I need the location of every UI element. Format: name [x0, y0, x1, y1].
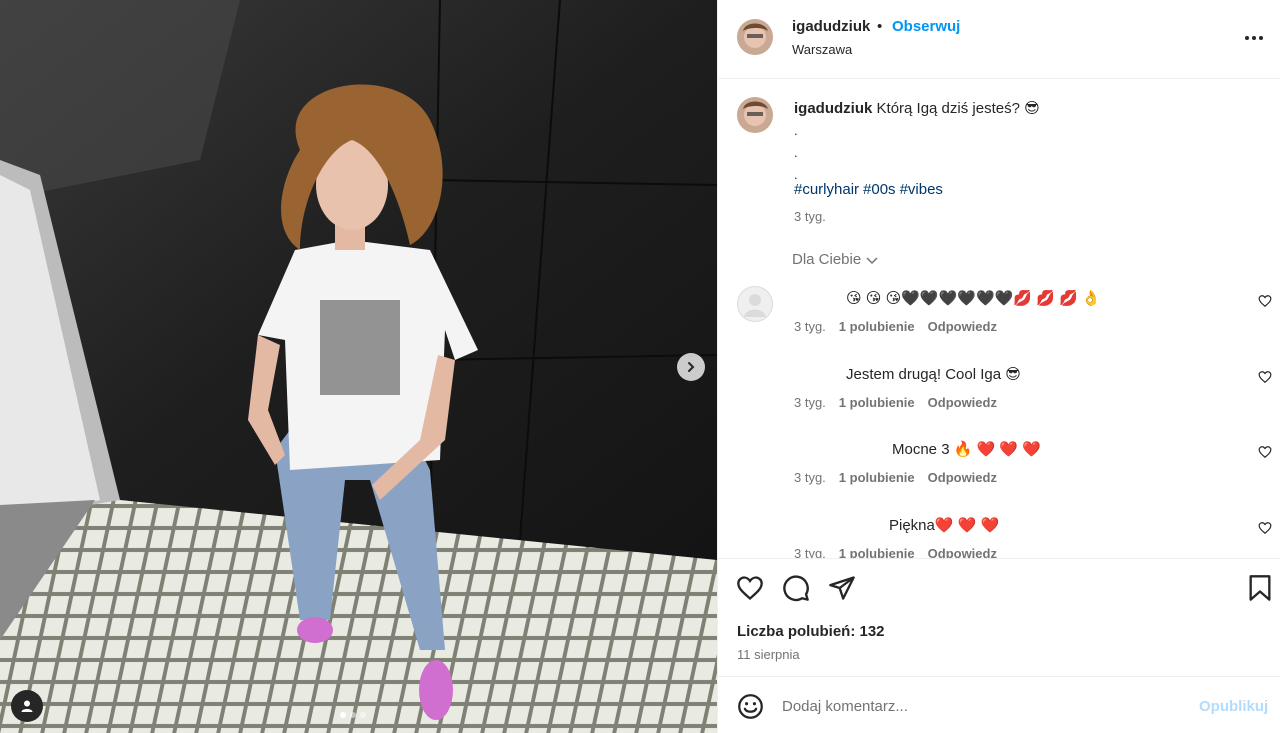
hashtag-link[interactable]: #00s [863, 181, 896, 198]
add-comment-bar: Opublikuj [718, 676, 1280, 733]
hashtags: #curlyhair #00s #vibes [794, 181, 947, 198]
chevron-right-icon [688, 362, 695, 372]
hashtag-link[interactable]: #curlyhair [794, 181, 859, 198]
separator-bullet: • [877, 18, 883, 35]
avatar-image [737, 97, 773, 133]
caption-username[interactable]: igadudziuk [794, 100, 872, 117]
caption-dot: . [794, 145, 798, 160]
like-comment-icon[interactable] [1258, 521, 1272, 535]
comment-likes[interactable]: 1 polubienie [839, 395, 915, 410]
comment-item: Mocne 3 🔥 ❤️ ❤️ ❤️ 3 tyg. 1 polubienie O… [718, 437, 1280, 507]
reply-button[interactable]: Odpowiedz [928, 546, 997, 558]
reply-button[interactable]: Odpowiedz [928, 470, 997, 485]
more-icon [1259, 36, 1263, 40]
post-photo[interactable] [0, 0, 717, 733]
chevron-down-icon [866, 256, 878, 264]
comment-meta: 3 tyg. 1 polubienie Odpowiedz [794, 395, 997, 410]
bookmark-icon[interactable] [1246, 574, 1274, 602]
comment-input[interactable] [782, 691, 1182, 721]
tagged-users-button[interactable] [11, 690, 43, 722]
like-comment-icon[interactable] [1258, 294, 1272, 308]
caption-avatar[interactable] [737, 97, 773, 133]
comment-likes[interactable]: 1 polubienie [839, 470, 915, 485]
comment-text: 😘 😘 😘🖤🖤🖤🖤🖤🖤💋 💋 💋 👌 [846, 290, 1101, 307]
comment-time[interactable]: 3 tyg. [794, 470, 826, 485]
user-tag-icon [21, 700, 33, 712]
likes-count[interactable]: Liczba polubień: 132 [737, 623, 885, 640]
comment-meta: 3 tyg. 1 polubienie Odpowiedz [794, 470, 997, 485]
post-sidebar: igadudziuk • Obserwuj Warszawa igadudziu… [717, 0, 1280, 733]
reply-button[interactable]: Odpowiedz [928, 395, 997, 410]
caption-dot: . [794, 123, 798, 138]
comments-section[interactable]: igadudziuk Którą Igą dziś jesteś? 😎 . . … [718, 80, 1280, 558]
avatar[interactable] [737, 19, 773, 55]
carousel-dot [340, 712, 346, 718]
comment-time[interactable]: 3 tyg. [794, 395, 826, 410]
more-icon [1245, 36, 1249, 40]
comment-meta: 3 tyg. 1 polubienie Odpowiedz [794, 319, 997, 334]
carousel-dot [350, 712, 356, 718]
caption-time[interactable]: 3 tyg. [794, 209, 826, 224]
more-options-button[interactable] [1245, 28, 1267, 48]
comment-meta: 3 tyg. 1 polubienie Odpowiedz [794, 546, 997, 558]
comment-time[interactable]: 3 tyg. [794, 546, 826, 558]
comment-text: Piękna❤️ ❤️ ❤️ [889, 517, 1000, 534]
comment-item: 😘 😘 😘🖤🖤🖤🖤🖤🖤💋 💋 💋 👌 3 tyg. 1 polubienie O… [718, 286, 1280, 356]
comment-item: Jestem drugą! Cool Iga 😎 3 tyg. 1 polubi… [718, 362, 1280, 432]
post-image [0, 0, 717, 733]
carousel-dot [360, 712, 366, 718]
comment-sort-dropdown[interactable]: Dla Ciebie [792, 251, 879, 268]
post-actions: Liczba polubień: 132 11 sierpnia [718, 558, 1280, 676]
reply-button[interactable]: Odpowiedz [928, 319, 997, 334]
post-header: igadudziuk • Obserwuj Warszawa [718, 0, 1280, 79]
comment-text: Mocne 3 🔥 ❤️ ❤️ ❤️ [892, 441, 1041, 458]
caption-dot: . [794, 167, 798, 182]
like-comment-icon[interactable] [1258, 445, 1272, 459]
heart-icon[interactable] [736, 574, 764, 602]
post-date[interactable]: 11 sierpnia [737, 647, 800, 662]
comment-text: Jestem drugą! Cool Iga 😎 [846, 366, 1021, 383]
publish-button[interactable]: Opublikuj [1199, 698, 1268, 715]
hashtag-link[interactable]: #vibes [900, 181, 943, 198]
follow-button[interactable]: Obserwuj [892, 18, 960, 35]
caption-text: Którą Igą dziś jesteś? 😎 [876, 100, 1040, 117]
location[interactable]: Warszawa [792, 42, 852, 57]
default-avatar-icon [737, 286, 773, 322]
comment-icon[interactable] [782, 574, 810, 602]
username[interactable]: igadudziuk [792, 18, 870, 35]
like-comment-icon[interactable] [1258, 370, 1272, 384]
emoji-icon[interactable] [737, 693, 764, 720]
comment-time[interactable]: 3 tyg. [794, 319, 826, 334]
avatar[interactable] [737, 286, 773, 322]
comment-sort-label: Dla Ciebie [792, 251, 862, 268]
comment-likes[interactable]: 1 polubienie [839, 546, 915, 558]
next-slide-button[interactable] [677, 353, 705, 381]
share-icon[interactable] [828, 574, 856, 602]
comment-likes[interactable]: 1 polubienie [839, 319, 915, 334]
more-icon [1252, 36, 1256, 40]
avatar-image [737, 19, 773, 55]
caption: igadudziuk Którą Igą dziś jesteś? 😎 [794, 99, 1040, 117]
comment-item: Piękna❤️ ❤️ ❤️ 3 tyg. 1 polubienie Odpow… [718, 513, 1280, 558]
carousel-indicators [340, 712, 366, 718]
